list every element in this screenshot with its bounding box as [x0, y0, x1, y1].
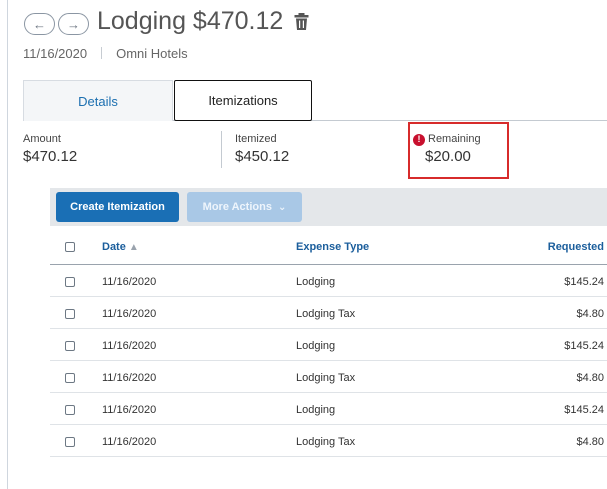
- table-row[interactable]: 11/16/2020 Lodging Tax $4.80: [50, 297, 607, 329]
- table-row[interactable]: 11/16/2020 Lodging Tax $4.80: [50, 361, 607, 393]
- row-requested: $145.24: [564, 276, 604, 288]
- more-actions-label: More Actions: [202, 201, 272, 213]
- create-itemization-button[interactable]: Create Itemization: [56, 192, 179, 222]
- row-date: 11/16/2020: [102, 372, 157, 384]
- subtitle-divider: [101, 47, 103, 59]
- itemization-toolbar: Create Itemization More Actions ⌄: [50, 188, 607, 226]
- date-column-header[interactable]: Date ▲: [102, 241, 139, 253]
- row-requested: $145.24: [564, 340, 604, 352]
- expense-type-column-header[interactable]: Expense Type: [296, 241, 369, 253]
- row-date: 11/16/2020: [102, 436, 157, 448]
- row-date: 11/16/2020: [102, 340, 157, 352]
- row-date: 11/16/2020: [102, 276, 157, 288]
- itemized-value: $450.12: [235, 148, 290, 165]
- trash-icon[interactable]: [294, 13, 309, 30]
- row-expense-type: Lodging: [296, 404, 336, 416]
- sort-ascending-icon: ▲: [128, 242, 139, 253]
- tab-details[interactable]: Details: [23, 80, 173, 121]
- arrow-right-icon: →: [67, 16, 80, 32]
- itemizations-table: Date ▲ Expense Type Requested 11/16/2020 …: [50, 227, 607, 457]
- row-date: 11/16/2020: [102, 308, 157, 320]
- row-expense-type: Lodging Tax: [296, 436, 356, 448]
- page-title-text: Lodging $470.12: [97, 7, 284, 35]
- table-header-row: Date ▲ Expense Type Requested: [50, 227, 607, 265]
- forward-button[interactable]: →: [58, 13, 89, 35]
- tab-itemizations[interactable]: Itemizations: [174, 80, 312, 121]
- more-actions-button[interactable]: More Actions ⌄: [187, 192, 302, 222]
- row-requested: $4.80: [576, 372, 604, 384]
- row-checkbox[interactable]: [65, 341, 75, 351]
- table-row[interactable]: 11/16/2020 Lodging $145.24: [50, 393, 607, 425]
- requested-column-header[interactable]: Requested: [548, 241, 604, 253]
- alert-icon: !: [413, 133, 425, 146]
- itemized-label: Itemized: [235, 133, 277, 145]
- row-expense-type: Lodging Tax: [296, 372, 356, 384]
- row-checkbox[interactable]: [65, 309, 75, 319]
- page-title: Lodging $470.12: [97, 7, 309, 36]
- row-requested: $4.80: [576, 308, 604, 320]
- row-requested: $4.80: [576, 436, 604, 448]
- expense-date: 11/16/2020: [23, 46, 88, 61]
- amount-label: Amount: [23, 133, 61, 145]
- remaining-summary: ! Remaining $20.00: [413, 133, 481, 165]
- table-row[interactable]: 11/16/2020 Lodging $145.24: [50, 265, 607, 297]
- remaining-value: $20.00: [425, 148, 471, 165]
- expense-subtitle: 11/16/2020 Omni Hotels: [23, 46, 188, 61]
- vendor-name: Omni Hotels: [116, 46, 188, 61]
- row-checkbox[interactable]: [65, 277, 75, 287]
- row-requested: $145.24: [564, 404, 604, 416]
- row-checkbox[interactable]: [65, 437, 75, 447]
- summary-divider: [221, 131, 222, 168]
- amount-value: $470.12: [23, 148, 78, 165]
- expense-detail-panel: ← → Lodging $470.12 11/16/2020 Omni Hotel…: [7, 0, 607, 489]
- row-expense-type: Lodging: [296, 276, 336, 288]
- table-row[interactable]: 11/16/2020 Lodging $145.24: [50, 329, 607, 361]
- amount-summary: Amount $470.12: [23, 133, 77, 165]
- itemized-summary: Itemized $450.12: [235, 133, 289, 165]
- select-all-checkbox[interactable]: [65, 242, 75, 252]
- back-button[interactable]: ←: [24, 13, 55, 35]
- row-checkbox[interactable]: [65, 373, 75, 383]
- row-expense-type: Lodging: [296, 340, 336, 352]
- table-row[interactable]: 11/16/2020 Lodging Tax $4.80: [50, 425, 607, 457]
- remaining-label: Remaining: [428, 133, 481, 145]
- row-expense-type: Lodging Tax: [296, 308, 356, 320]
- chevron-down-icon: ⌄: [277, 201, 287, 213]
- row-date: 11/16/2020: [102, 404, 157, 416]
- row-checkbox[interactable]: [65, 405, 75, 415]
- arrow-left-icon: ←: [33, 16, 46, 32]
